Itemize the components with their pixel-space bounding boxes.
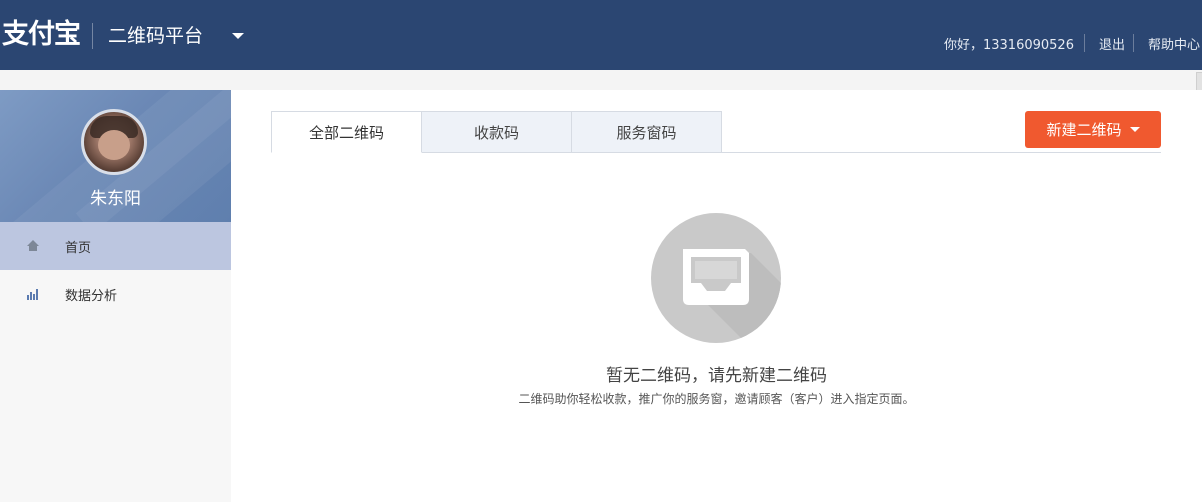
tab-service-window-qr[interactable]: 服务窗码 — [571, 111, 722, 153]
inbox-tray-svg — [683, 249, 781, 343]
sidebar-item-label: 首页 — [65, 240, 92, 256]
qr-tabs: 全部二维码 收款码 服务窗码 — [271, 111, 722, 153]
tab-all-qr[interactable]: 全部二维码 — [271, 111, 422, 153]
sidebar-item-home[interactable]: 首页 — [0, 222, 231, 270]
caret-down-icon — [1129, 127, 1140, 132]
new-qr-button-label: 新建二维码 — [1046, 122, 1122, 139]
bar-chart-icon — [27, 288, 39, 300]
alipay-logo[interactable]: 支付宝 — [2, 18, 81, 52]
home-icon — [27, 240, 39, 252]
empty-state-description: 二维码助你轻松收款，推广你的服务窗，邀请顾客（客户）进入指定页面。 — [518, 392, 915, 406]
platform-title[interactable]: 二维码平台 — [108, 24, 203, 48]
profile-panel: 朱东阳 — [0, 90, 231, 222]
username: 朱东阳 — [90, 189, 141, 209]
avatar[interactable] — [81, 109, 147, 175]
logo-divider — [92, 23, 93, 49]
top-header: 支付宝 二维码平台 你好，13316090526 退出 帮助中心 — [0, 0, 1202, 70]
inbox-tray-icon — [651, 213, 781, 343]
new-qr-button[interactable]: 新建二维码 — [1025, 111, 1161, 148]
tab-payment-qr[interactable]: 收款码 — [421, 111, 572, 153]
sidebar: 朱东阳 首页 数据分析 — [0, 90, 231, 502]
header-user-links: 你好，13316090526 退出 帮助中心 — [944, 33, 1202, 53]
main-content: 全部二维码 收款码 服务窗码 新建二维码 暂无二维码，请先新建二维码 二维码助你… — [231, 90, 1202, 502]
logout-link[interactable]: 退出 — [1085, 34, 1133, 53]
help-center-link[interactable]: 帮助中心 — [1134, 34, 1202, 53]
sidebar-item-data-analysis[interactable]: 数据分析 — [0, 270, 231, 318]
avatar-face — [98, 130, 130, 160]
user-greeting: 你好，13316090526 — [943, 37, 1074, 53]
sidebar-item-label: 数据分析 — [65, 288, 118, 304]
platform-chevron-down-icon[interactable] — [232, 33, 244, 39]
empty-state-title: 暂无二维码，请先新建二维码 — [606, 366, 827, 386]
